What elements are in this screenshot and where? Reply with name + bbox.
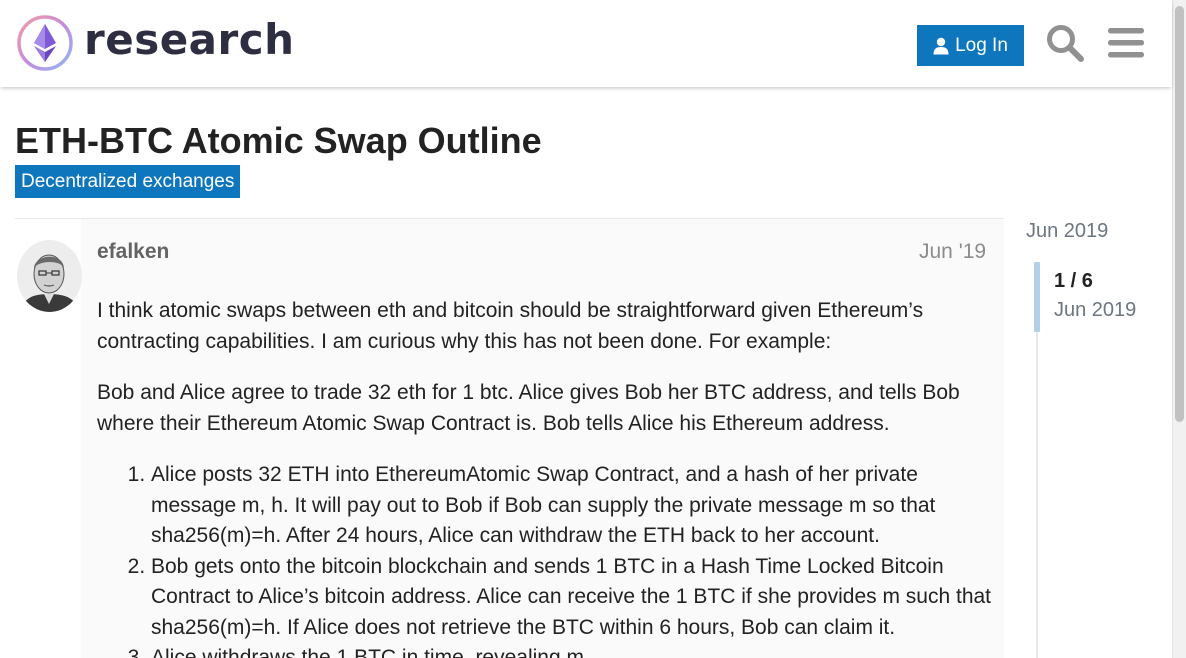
timeline-handle[interactable] <box>1034 262 1040 332</box>
post-username[interactable]: efalken <box>97 240 169 264</box>
login-button[interactable]: Log In <box>917 25 1024 66</box>
list-item: Alice posts 32 ETH into EthereumAtomic S… <box>151 460 997 552</box>
search-button[interactable] <box>1042 20 1088 66</box>
post-steps-list: Alice posts 32 ETH into EthereumAtomic S… <box>151 460 997 658</box>
page-scrollbar[interactable] <box>1172 0 1186 658</box>
timeline-position: 1 / 6 <box>1054 270 1093 292</box>
site-header: research Log In <box>0 0 1172 87</box>
login-label: Log In <box>955 34 1008 56</box>
post-paragraph: I think atomic swaps between eth and bit… <box>97 299 924 353</box>
timeline-start-date[interactable]: Jun 2019 <box>1026 220 1108 243</box>
hamburger-menu-button[interactable] <box>1103 20 1149 66</box>
ethereum-research-logo-icon <box>17 15 73 71</box>
search-icon <box>1047 25 1084 62</box>
post-date[interactable]: Jun '19 <box>919 240 986 264</box>
post-content: I think atomic swaps between eth and bit… <box>97 296 997 658</box>
avatar[interactable] <box>17 240 82 312</box>
category-badge[interactable]: Decentralized exchanges <box>15 165 241 198</box>
site-logo[interactable]: research <box>16 14 295 72</box>
post-paragraph: Bob and Alice agree to trade 32 eth for … <box>97 381 960 435</box>
topic-title[interactable]: ETH-BTC Atomic Swap Outline <box>15 120 542 162</box>
site-name: research <box>84 15 295 64</box>
user-avatar-icon <box>17 240 82 312</box>
timeline-current-date: Jun 2019 <box>1054 299 1137 321</box>
scrollbar-thumb[interactable] <box>1175 6 1184 422</box>
list-item: Alice withdraws the 1 BTC in time, revea… <box>151 643 997 658</box>
hamburger-menu-icon <box>1108 28 1144 58</box>
user-icon <box>933 37 949 54</box>
list-item: Bob gets onto the bitcoin blockchain and… <box>151 552 997 644</box>
